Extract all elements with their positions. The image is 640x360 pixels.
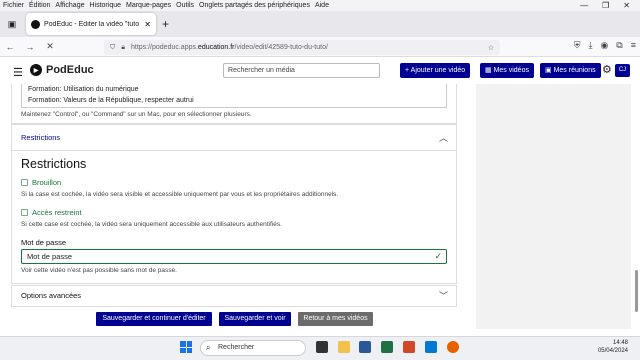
gear-icon[interactable]: ⚙ [602, 63, 612, 76]
my-meetings-label: Mes réunions [553, 67, 596, 74]
play-logo-icon: ▶ [30, 64, 42, 76]
outlook-icon[interactable] [425, 341, 437, 353]
my-meetings-button[interactable]: ▣ Mes réunions [540, 63, 601, 78]
back-icon[interactable]: ← [0, 42, 20, 52]
taskbar-search[interactable]: ⌕ Rechercher [200, 340, 306, 356]
chevron-up-icon[interactable]: ︿ [439, 131, 448, 144]
minimize-icon[interactable]: — [580, 0, 588, 11]
checkmark-icon: ✓ [434, 251, 442, 261]
clock-date: 05/04/2024 [597, 348, 628, 354]
brand-name: PodEduc [46, 64, 94, 76]
add-video-button[interactable]: + Ajouter une vidéo [400, 63, 471, 78]
restricted-access-label[interactable]: Accès restreint [32, 208, 82, 217]
menu-file[interactable]: Fichier [3, 0, 24, 11]
maximize-icon[interactable]: ❐ [602, 0, 609, 11]
password-placeholder: Mot de passe [27, 252, 73, 261]
media-search-input[interactable]: Rechercher un média [223, 63, 380, 78]
menu-synced-tabs[interactable]: Onglets partagés des périphériques [199, 0, 310, 11]
my-videos-button[interactable]: ▦ Mes vidéos [480, 63, 534, 78]
tab-podeduc[interactable]: PodEduc - Éditer la vidéo "tuto ✕ [26, 13, 156, 35]
bookmark-star-icon[interactable]: ☆ [488, 44, 494, 52]
excel-icon[interactable] [381, 341, 393, 353]
menu-help[interactable]: Aide [315, 0, 329, 11]
menu-view[interactable]: Affichage [55, 0, 84, 11]
advanced-options-toggle[interactable]: Options avancées [21, 291, 81, 300]
forward-icon[interactable]: → [20, 42, 40, 52]
topic-option[interactable]: Formation: Valeurs de la République, res… [28, 95, 440, 106]
new-tab-icon[interactable]: + [162, 17, 169, 31]
menu-history[interactable]: Historique [89, 0, 121, 11]
draft-checkbox[interactable] [21, 179, 28, 186]
menu-bar: Fichier Édition Affichage Historique Mar… [0, 0, 640, 11]
stop-loading-icon[interactable]: ✕ [40, 41, 60, 52]
draft-help: Si la case est cochée, la vidéo sera vis… [21, 191, 339, 198]
hamburger-menu-icon[interactable]: ☰ [13, 66, 23, 79]
topics-select[interactable]: Formation: Utilisation du numérique Form… [21, 84, 447, 108]
draft-label[interactable]: Brouillon [32, 178, 61, 187]
menu-edit[interactable]: Édition [29, 0, 50, 11]
file-explorer-icon[interactable] [338, 341, 350, 353]
restricted-access-checkbox[interactable] [21, 209, 28, 216]
menu-bookmarks[interactable]: Marque-pages [126, 0, 171, 11]
url-bar[interactable]: ⛉ 🔒︎ https://podeduc.apps. education.fr/v… [104, 40, 500, 55]
avatar[interactable]: CJ [615, 64, 630, 77]
menu-tools[interactable]: Outils [176, 0, 194, 11]
url-domain: education.fr [197, 44, 235, 51]
password-label: Mot de passe [21, 238, 67, 247]
save-view-button[interactable]: Sauvegarder et voir [219, 312, 291, 326]
firefox-icon[interactable] [447, 341, 459, 353]
back-to-videos-button[interactable]: Retour à mes vidéos [298, 312, 373, 326]
my-videos-label: Mes vidéos [493, 67, 529, 74]
chevron-down-icon[interactable]: ﹀ [439, 289, 448, 302]
toolbar-icons: ⛨ ⤓ ◉ ⧉ ≡ [574, 40, 636, 51]
restrictions-heading: Restrictions [21, 157, 87, 171]
topic-option[interactable]: Formation: Utilisation du numérique [28, 84, 440, 95]
powerpoint-icon[interactable] [403, 341, 415, 353]
downloads-icon[interactable]: ⤓ [588, 40, 592, 51]
shield-icon[interactable]: ⛉ [110, 44, 115, 52]
task-view-icon[interactable] [316, 341, 328, 353]
lock-icon[interactable]: 🔒︎ [121, 44, 125, 52]
save-continue-button[interactable]: Sauvegarder et continuer d'éditer [96, 312, 212, 326]
system-clock[interactable]: 14:48 05/04/2024 [598, 339, 628, 355]
password-help: Voir cette vidéo n'est pas possible sans… [21, 267, 177, 274]
camera-icon: ▣ [545, 67, 554, 74]
divider [11, 150, 457, 151]
restrictions-accordion-toggle[interactable]: Restrictions [21, 133, 60, 142]
site-logo[interactable]: ▶ PodEduc [30, 64, 94, 76]
windows-start-icon[interactable] [180, 341, 192, 353]
word-icon[interactable] [359, 341, 371, 353]
account-icon[interactable]: ◉ [600, 40, 608, 51]
podeduc-favicon-icon [31, 19, 40, 29]
app-menu-icon[interactable]: ≡ [631, 40, 636, 51]
search-icon: ⌕ [206, 343, 211, 352]
taskbar-search-label: Rechercher [218, 344, 255, 351]
close-tab-icon[interactable]: ✕ [144, 20, 151, 29]
film-icon: ▦ [485, 67, 494, 74]
tab-list-icon[interactable]: ▣ [4, 16, 20, 32]
restricted-access-help: Si cette case est cochée, la vidéo sera … [21, 221, 282, 228]
close-window-icon[interactable]: ✕ [623, 0, 630, 11]
tab-title: PodEduc - Éditer la vidéo "tuto [44, 20, 140, 28]
url-prefix: https://podeduc.apps. [130, 44, 198, 51]
url-path: /video/edit/42589-tuto-du-tuto/ [234, 44, 328, 51]
right-sidebar [476, 84, 631, 329]
password-field[interactable]: Mot de passe ✓ [21, 249, 447, 264]
tab-bar: ▣ PodEduc - Éditer la vidéo "tuto ✕ + [0, 11, 640, 37]
extensions-icon[interactable]: ⧉ [616, 40, 622, 51]
multi-select-help: Maintenez "Control", ou "Command" sur un… [21, 111, 252, 118]
clock-time: 14:48 [612, 340, 628, 346]
pocket-icon[interactable]: ⛨ [574, 40, 581, 51]
window-controls: — ❐ ✕ [580, 0, 640, 11]
scrollbar-thumb[interactable] [635, 270, 638, 312]
